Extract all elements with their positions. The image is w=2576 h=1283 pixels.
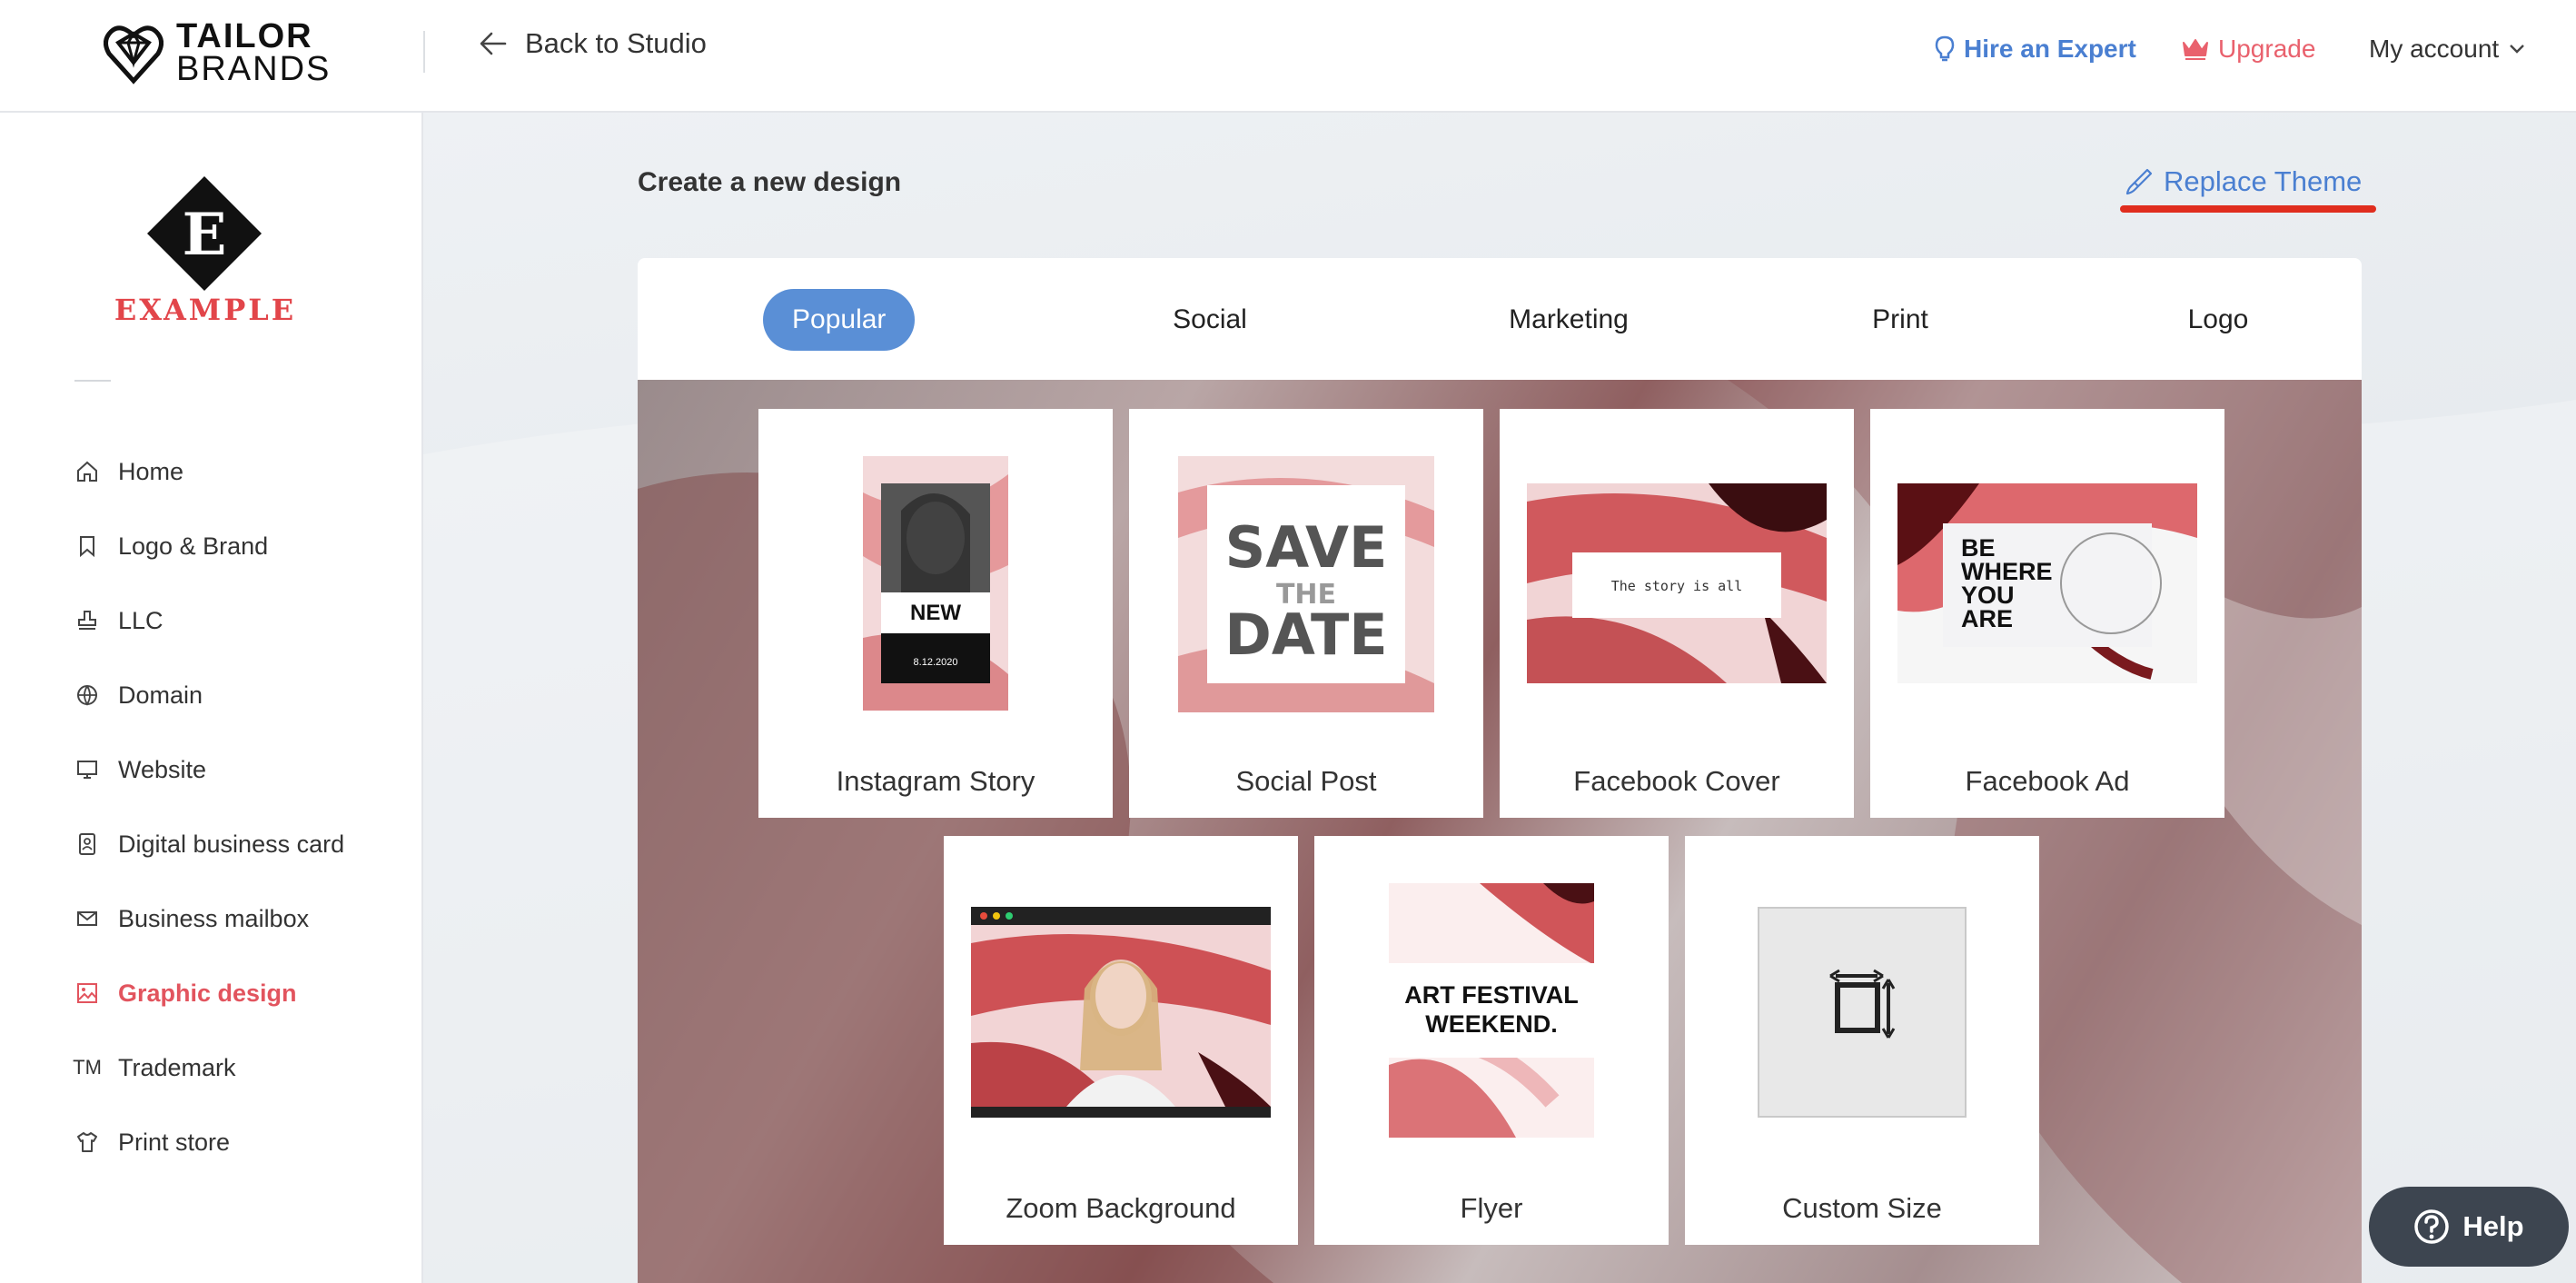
sidebar-item-trademark[interactable]: TM Trademark — [73, 1030, 344, 1105]
card-label: Custom Size — [1782, 1192, 1942, 1224]
facebook-ad-thumbnail: BE WHERE YOU ARE — [1897, 483, 2197, 683]
instagram-story-thumb-text: NEW — [910, 601, 961, 625]
sidebar-item-label: Home — [118, 457, 184, 485]
hire-expert-link[interactable]: Hire an Expert — [1935, 35, 2136, 64]
design-card-instagram-story[interactable]: NEW 8.12.2020 Instagram Story — [758, 409, 1113, 818]
facebook-cover-thumbnail: The story is all — [1527, 483, 1827, 683]
design-card-facebook-cover[interactable]: The story is all Facebook Cover — [1500, 409, 1854, 818]
sidebar-item-label: Trademark — [118, 1053, 236, 1081]
sidebar-item-label: Logo & Brand — [118, 532, 269, 560]
sidebar-nav: Home Logo & Brand LLC Domain Website Dig… — [73, 434, 344, 1179]
flyer-thumb-text-2: WEEKEND. — [1425, 1010, 1558, 1038]
replace-theme-link[interactable]: Replace Theme — [2124, 165, 2362, 198]
upgrade-label: Upgrade — [2218, 35, 2316, 63]
tailor-brands-logo[interactable]: TAILOR BRANDS — [104, 17, 332, 88]
flyer-thumb-text-1: ART FESTIVAL — [1404, 981, 1579, 1009]
sidebar-item-home[interactable]: Home — [74, 434, 344, 509]
sidebar-item-logo-brand[interactable]: Logo & Brand — [74, 509, 344, 583]
page-title: Create a new design — [638, 167, 902, 197]
my-account-menu[interactable]: My account — [2369, 35, 2526, 64]
tab-marketing[interactable]: Marketing — [1464, 289, 1673, 351]
image-icon — [74, 980, 100, 1006]
custom-size-thumbnail — [1758, 907, 1967, 1118]
chevron-down-icon — [2510, 45, 2525, 54]
brand-logo-letter: E — [183, 201, 227, 269]
tshirt-icon — [74, 1129, 100, 1155]
facebook-ad-thumb-text-4: ARE — [1961, 605, 2013, 632]
replace-theme-underline — [2120, 205, 2376, 213]
back-to-studio-label: Back to Studio — [525, 27, 707, 59]
globe-icon — [74, 682, 100, 708]
card-label: Flyer — [1460, 1192, 1523, 1224]
brand-name: EXAMPLE — [114, 293, 297, 327]
sidebar-item-label: LLC — [118, 606, 163, 634]
sidebar-item-print-store[interactable]: Print store — [74, 1105, 344, 1179]
social-post-thumb-text-1: SAVE — [1225, 514, 1388, 581]
question-circle-icon — [2414, 1209, 2450, 1244]
tm-icon: TM — [73, 1056, 102, 1079]
design-card-facebook-ad[interactable]: BE WHERE YOU ARE Facebook Ad — [1870, 409, 2224, 818]
brand-logo-mark: E — [147, 176, 262, 291]
social-post-thumb-text-3: DATE — [1224, 602, 1387, 668]
instagram-story-thumb-date: 8.12.2020 — [914, 657, 958, 668]
design-card-zoom-background[interactable]: Zoom Background — [944, 836, 1298, 1245]
card-label: Zoom Background — [1006, 1192, 1236, 1224]
design-gallery: NEW 8.12.2020 Instagram Story SAVE THE D… — [638, 380, 2362, 1283]
flyer-thumbnail: ART FESTIVAL WEEKEND. — [1389, 883, 1594, 1138]
hire-expert-label: Hire an Expert — [1964, 35, 2136, 63]
instagram-story-thumbnail: NEW 8.12.2020 — [863, 456, 1008, 711]
bookmark-icon — [74, 533, 100, 559]
design-card-flyer[interactable]: ART FESTIVAL WEEKEND. Flyer — [1314, 836, 1669, 1245]
tab-social[interactable]: Social — [1137, 289, 1283, 351]
arrow-left-icon — [480, 32, 507, 55]
tab-logo[interactable]: Logo — [2164, 289, 2273, 351]
crown-icon — [2183, 39, 2208, 60]
logo-text-brands: BRANDS — [176, 50, 332, 88]
divider — [423, 31, 425, 73]
sidebar-item-label: Business mailbox — [118, 904, 310, 932]
replace-theme-label: Replace Theme — [2164, 165, 2363, 197]
sidebar-item-graphic-design[interactable]: Graphic design — [74, 956, 344, 1030]
card-label: Social Post — [1235, 765, 1377, 797]
design-card-social-post[interactable]: SAVE THE DATE Social Post — [1129, 409, 1483, 818]
back-to-studio-link[interactable]: Back to Studio — [478, 27, 707, 60]
my-account-label: My account — [2369, 35, 2500, 63]
monitor-icon — [74, 757, 100, 782]
facebook-cover-thumb-text: The story is all — [1611, 578, 1743, 594]
card-label: Facebook Cover — [1573, 765, 1780, 797]
tab-print[interactable]: Print — [1846, 289, 1955, 351]
help-label: Help — [2462, 1210, 2524, 1242]
stamp-icon — [74, 608, 100, 633]
top-bar: TAILOR BRANDS Back to Studio Hire an Exp… — [0, 0, 2576, 113]
card-label: Facebook Ad — [1965, 765, 2130, 797]
id-card-icon — [74, 831, 100, 857]
sidebar-item-label: Graphic design — [118, 979, 297, 1007]
zoom-background-thumbnail — [971, 907, 1271, 1118]
mail-icon — [74, 906, 100, 931]
sidebar-item-label: Website — [118, 755, 207, 783]
card-label: Instagram Story — [836, 765, 1035, 797]
design-card-custom-size[interactable]: Custom Size — [1685, 836, 2039, 1245]
social-post-thumbnail: SAVE THE DATE — [1178, 456, 1434, 712]
help-button[interactable]: Help — [2369, 1187, 2569, 1267]
sidebar-item-website[interactable]: Website — [74, 732, 344, 807]
home-icon — [74, 459, 100, 484]
sidebar-item-business-mailbox[interactable]: Business mailbox — [74, 881, 344, 956]
sidebar-item-llc[interactable]: LLC — [74, 583, 344, 658]
heart-logo-icon — [104, 25, 163, 85]
sidebar-item-label: Digital business card — [118, 830, 345, 858]
upgrade-link[interactable]: Upgrade — [2182, 35, 2315, 64]
logo-text-tailor: TAILOR — [176, 17, 313, 55]
sidebar-item-digital-business-card[interactable]: Digital business card — [74, 807, 344, 881]
sidebar: E EXAMPLE Home Logo & Brand LLC Domain W… — [0, 111, 423, 1283]
sidebar-item-domain[interactable]: Domain — [74, 658, 344, 732]
sidebar-item-label: Print store — [118, 1128, 231, 1156]
sidebar-item-label: Domain — [118, 681, 203, 709]
paintbrush-icon — [2125, 168, 2153, 195]
lightbulb-icon — [1935, 35, 1955, 62]
category-tabs: Popular Social Marketing Print Logo — [638, 258, 2362, 380]
sidebar-divider — [74, 380, 111, 382]
tab-popular[interactable]: Popular — [763, 289, 916, 351]
